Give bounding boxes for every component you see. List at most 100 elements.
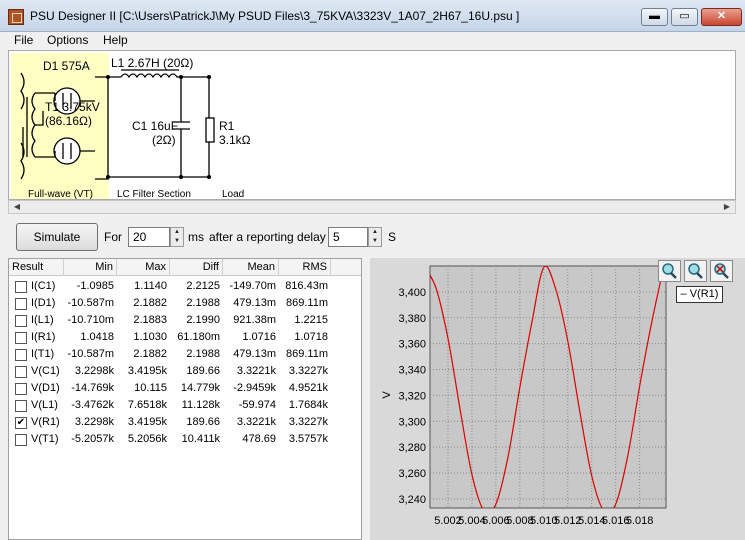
results-table: Result Min Max Diff Mean RMS I(C1) -1.098… [8,258,362,540]
simulation-controls: Simulate For 20 ▲ ▼ ms after a reporting … [8,218,736,256]
menu-help[interactable]: Help [103,33,128,47]
for-label: For [104,230,122,244]
schematic-panel: D1 575A T1 3.75kV (86.16Ω) L1 2.67H (20Ω… [8,50,736,200]
transformer-label: T1 3.75kV [45,100,100,114]
scroll-right-icon[interactable]: ▶ [720,201,734,213]
cell-mean: -149.70m [229,280,276,292]
schematic-diagram[interactable] [9,51,736,200]
cell-max: 3.4195k [127,416,167,428]
cell-rms: 869.11m [286,297,328,309]
resistor-label: R1 [219,119,235,133]
cell-rms: 1.2215 [294,314,328,326]
y-axis-label: V [381,391,393,399]
table-header: Result Min Max Diff Mean RMS [9,259,361,276]
menu-bar: File Options Help [0,32,745,50]
result-checkbox[interactable] [15,434,27,446]
window-title: PSU Designer II [C:\Users\PatrickJ\My PS… [30,9,520,23]
inductor-label: L1 2.67H (20Ω) [111,56,194,70]
load-section-label: Load [222,189,245,200]
result-name: V(D1) [31,382,60,394]
result-checkbox[interactable] [15,349,27,361]
result-name: V(L1) [31,399,58,411]
cell-rms: 3.3227k [288,416,328,428]
seconds-label: S [388,230,397,244]
zoom-in-icon[interactable] [658,260,681,282]
result-name: V(R1) [31,416,60,428]
cell-rms: 4.9521k [288,382,328,394]
cell-rms: 3.3227k [288,365,328,377]
transformer-resistance: (86.16Ω) [45,114,92,128]
resistor-r1 [205,117,215,143]
delay-spinner[interactable]: ▲ ▼ [368,227,382,247]
rectifier-section-label: Full-wave (VT) [28,189,94,200]
table-row[interactable]: V(D1) -14.769k 10.115 14.779k -2.9459k 4.9521… [9,380,361,397]
diode-label: D1 575A [43,59,90,73]
cell-min: -3.4762k [71,399,114,411]
zoom-reset-icon[interactable] [710,260,733,282]
y-tick-label: 3,380 [398,313,426,325]
col-diff[interactable]: Diff [170,259,223,276]
cell-max: 1.1140 [134,280,167,292]
cell-mean: 3.3221k [236,365,276,377]
result-checkbox[interactable] [15,366,27,378]
delay-label: after a reporting delay of [209,230,340,244]
cell-max: 2.1883 [133,314,167,326]
duration-input[interactable]: 20 [128,227,170,247]
result-checkbox[interactable]: ✔ [15,417,27,429]
cell-mean: 479.13m [233,348,276,360]
cell-diff: 10.411k [181,433,220,445]
spin-up-icon[interactable]: ▲ [369,228,381,237]
result-checkbox[interactable] [15,332,27,344]
table-row[interactable]: V(C1) 3.2298k 3.4195k 189.66 3.3221k 3.3227k [9,363,361,380]
delay-input[interactable]: 5 [328,227,368,247]
table-row[interactable]: V(T1) -5.2057k 5.2056k 10.411k 478.69 3.5757k [9,431,361,448]
cell-mean: -2.9459k [233,382,276,394]
diode-tube-lower [53,137,81,165]
cell-diff: 2.2125 [186,280,220,292]
cell-rms: 3.5757k [288,433,328,445]
table-row[interactable]: I(T1) -10.587m 2.1882 2.1988 479.13m 869.11m [9,346,361,363]
resistor-value: 3.1kΩ [219,133,251,147]
menu-options[interactable]: Options [47,33,88,47]
spin-down-icon[interactable]: ▼ [171,237,183,246]
y-tick-label: 3,300 [398,416,426,428]
close-button[interactable]: ✕ [701,8,742,26]
y-tick-label: 3,320 [398,390,426,402]
table-row[interactable]: ✔ V(R1) 3.2298k 3.4195k 189.66 3.3221k 3.3227k [9,414,361,431]
result-checkbox[interactable] [15,383,27,395]
result-checkbox[interactable] [15,315,27,327]
simulate-button[interactable]: Simulate [16,223,98,251]
cell-mean: 3.3221k [236,416,276,428]
maximize-button[interactable]: ▭ [671,8,698,26]
col-max[interactable]: Max [117,259,170,276]
duration-spinner[interactable]: ▲ ▼ [170,227,184,247]
zoom-out-icon[interactable] [684,260,707,282]
table-row[interactable]: V(L1) -3.4762k 7.6518k 11.128k -59.974 1.7684… [9,397,361,414]
result-checkbox[interactable] [15,400,27,412]
menu-file[interactable]: File [14,33,33,47]
cell-rms: 816.43m [285,280,328,292]
spin-up-icon[interactable]: ▲ [171,228,183,237]
table-row[interactable]: I(L1) -10.710m 2.1883 2.1990 921.38m 1.2215 [9,312,361,329]
result-checkbox[interactable] [15,298,27,310]
cell-rms: 1.7684k [288,399,328,411]
spin-down-icon[interactable]: ▼ [369,237,381,246]
cell-min: 3.2298k [74,416,114,428]
cell-mean: 478.69 [242,433,276,445]
table-row[interactable]: I(D1) -10.587m 2.1882 2.1988 479.13m 869.11m [9,295,361,312]
minimize-button[interactable]: ▬ [641,8,668,26]
scroll-left-icon[interactable]: ◀ [10,201,24,213]
result-checkbox[interactable] [15,281,27,293]
schematic-scrollbar[interactable]: ◀ ▶ [8,200,736,214]
col-rms[interactable]: RMS [279,259,331,276]
result-name: I(D1) [31,297,56,309]
graph-panel: 3,240 3,260 3,280 3,300 3,320 3,340 3,360 3,380… [370,258,745,540]
col-result[interactable]: Result [9,259,64,276]
cell-max: 7.6518k [127,399,167,411]
table-row[interactable]: I(R1) 1.0418 1.1030 61.180m 1.0716 1.0718 [9,329,361,346]
cell-mean: 1.0716 [242,331,276,343]
table-row[interactable]: I(C1) -1.0985 1.1140 2.2125 -149.70m 816.43m [9,278,361,295]
y-tick-label: 3,400 [398,287,426,299]
col-min[interactable]: Min [64,259,117,276]
col-mean[interactable]: Mean [223,259,279,276]
